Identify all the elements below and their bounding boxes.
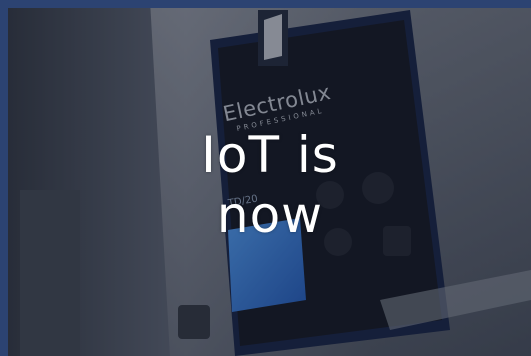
headline: IoT is now [120,125,420,245]
headline-line-1: IoT is [201,126,339,184]
hero-image: Electrolux PROFESSIONAL TD/20 IoT is now [0,0,531,356]
headline-line-2: now [216,186,324,244]
frame-border-left [0,0,8,356]
frame-border-top [0,0,531,8]
